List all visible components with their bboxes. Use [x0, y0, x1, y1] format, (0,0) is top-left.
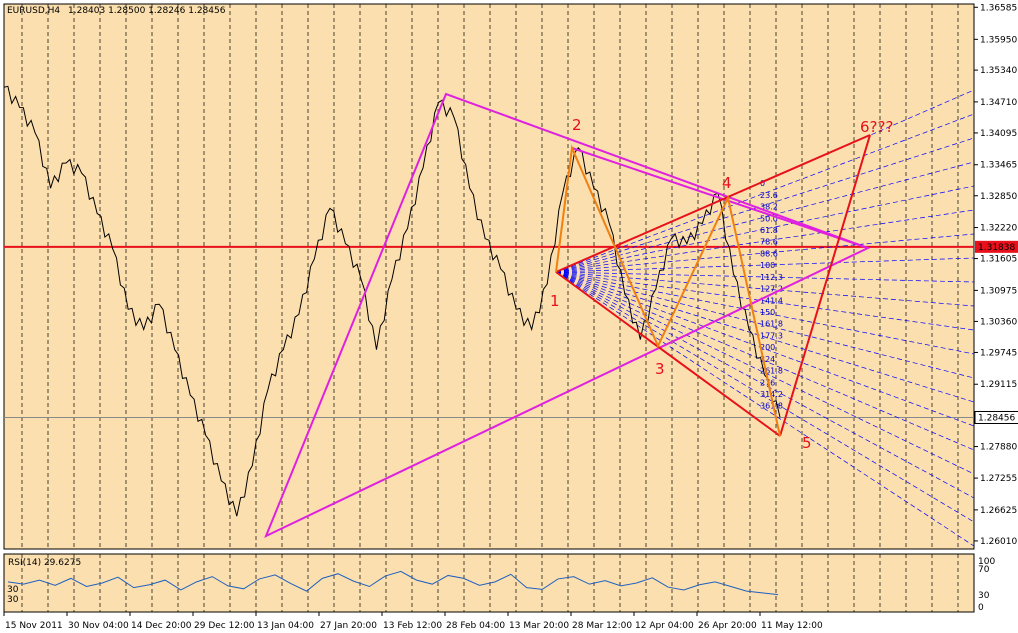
price-tick-label: 1.34095 — [980, 129, 1017, 139]
last-price-label: 1.28456 — [978, 413, 1015, 423]
fib-level-label: 150 — [760, 308, 775, 317]
price-tick-label: 1.32850 — [980, 192, 1017, 202]
current-price-label: 1.31838 — [978, 243, 1015, 253]
time-tick-label: 28 Mar 12:00 — [572, 621, 632, 631]
rsi-level-30: 30 — [978, 591, 990, 601]
time-tick-label: 13 Feb 12:00 — [383, 621, 442, 631]
price-tick-label: 1.29115 — [980, 380, 1017, 390]
wave-label: 2 — [572, 116, 582, 134]
wave-label: 4 — [722, 174, 732, 192]
wave-label: 3 — [655, 360, 665, 378]
price-tick-label: 1.30975 — [980, 286, 1017, 296]
price-tick-label: 1.35950 — [980, 35, 1017, 45]
fib-level-label: 23.6 — [760, 191, 778, 200]
chart-canvas: 023.638.250.061.878.688.6100112.3127.214… — [3, 3, 1018, 631]
time-tick-label: 13 Mar 20:00 — [509, 621, 569, 631]
price-tick-label: 1.29745 — [980, 348, 1017, 358]
time-tick-label: 30 Nov 04:00 — [68, 621, 129, 631]
time-tick-label: 13 Jan 04:00 — [257, 621, 314, 631]
fib-level-label: 161.8 — [760, 320, 783, 329]
price-tick-label: 1.36585 — [980, 3, 1017, 13]
time-tick-label: 12 Apr 04:00 — [635, 621, 694, 631]
price-tick-label: 1.26010 — [980, 537, 1017, 547]
time-tick-label: 11 May 12:00 — [761, 621, 823, 631]
time-tick-label: 15 Nov 2011 — [5, 621, 63, 631]
price-tick-label: 1.34710 — [980, 98, 1017, 108]
rsi-level-0: 0 — [978, 603, 984, 613]
rsi-level-70: 70 — [978, 565, 990, 575]
wave-label: 5 — [802, 434, 812, 452]
price-tick-label: 1.33465 — [980, 161, 1017, 171]
fib-level-label: 177.3 — [760, 331, 783, 340]
fib-level-label: 100 — [760, 261, 775, 270]
fib-level-label: 88.6 — [760, 249, 778, 258]
fib-level-label: 78.6 — [760, 238, 778, 247]
wave-label: 1 — [550, 292, 560, 310]
price-tick-label: 1.27880 — [980, 443, 1017, 453]
rsi-left-level-bottom: 30 — [7, 595, 19, 605]
fib-level-label: 127.2 — [760, 285, 783, 294]
fib-level-label: 61.8 — [760, 226, 778, 235]
ohlc-label: 1.28403 1.28500 1.28246 1.28456 — [68, 6, 226, 16]
price-tick-label: 1.32220 — [980, 224, 1017, 234]
symbol-label: EURUSD,H4 — [7, 6, 60, 16]
price-tick-label: 1.31605 — [980, 255, 1017, 265]
price-tick-label: 1.30360 — [980, 317, 1017, 327]
wave-label: 6??? — [860, 118, 893, 136]
time-tick-label: 27 Jan 20:00 — [320, 621, 377, 631]
price-axis: 1.36585 1.35950 1.35340 1.34710 1.34095 1.334… — [974, 3, 1018, 547]
fib-level-label: 361.8 — [760, 402, 783, 411]
price-tick-label: 1.26625 — [980, 506, 1017, 516]
rsi-label: RSI(14) 29.6275 — [8, 558, 81, 568]
fib-level-label: 112.3 — [760, 273, 783, 282]
rsi-left-level-top: 30 — [7, 585, 19, 595]
time-tick-label: 26 Apr 20:00 — [698, 621, 757, 631]
time-axis: 15 Nov 2011 30 Nov 04:00 14 Dec 20:00 29 De… — [3, 612, 823, 631]
time-tick-label: 29 Dec 12:00 — [194, 621, 255, 631]
price-tick-label: 1.27255 — [980, 474, 1017, 484]
price-tick-label: 1.35340 — [980, 66, 1017, 76]
time-tick-label: 14 Dec 20:00 — [131, 621, 192, 631]
time-tick-label: 28 Feb 04:00 — [446, 621, 505, 631]
